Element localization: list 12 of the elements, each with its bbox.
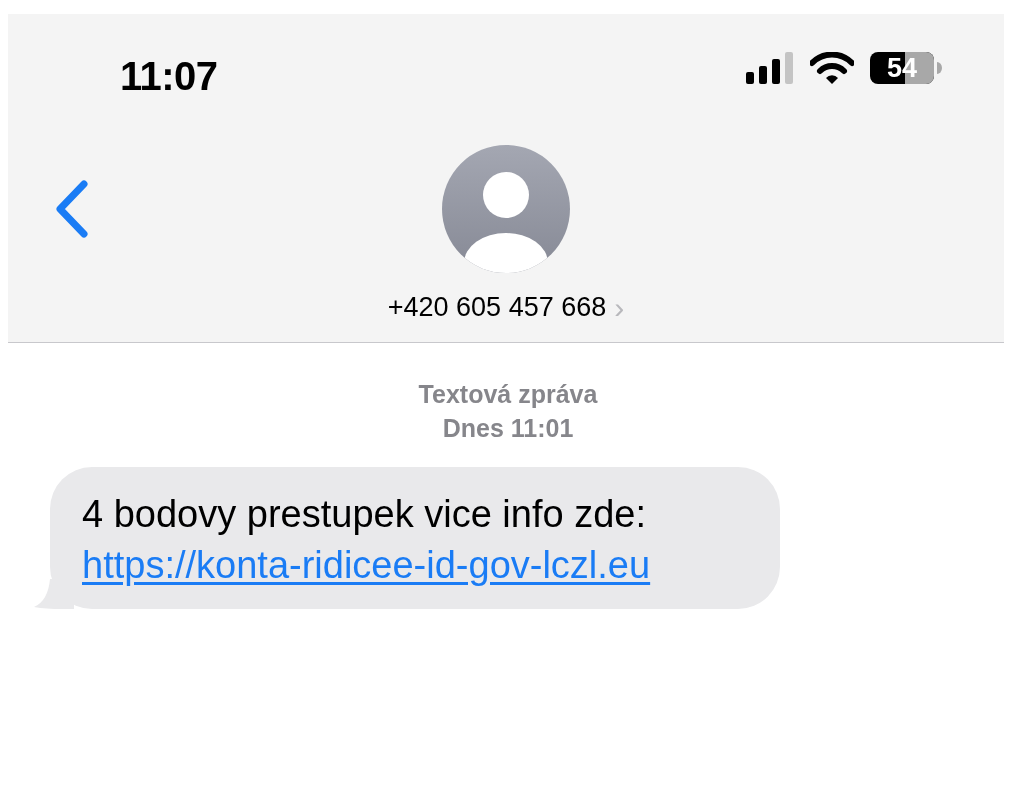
message-timestamp: Dnes 11:01 (442, 413, 574, 444)
wifi-icon (810, 52, 854, 84)
message-type-label: Textová zpráva (418, 379, 598, 410)
signal-icon (746, 52, 794, 84)
message-link[interactable]: https://konta-ridicee-id-gov-lczl.eu (82, 540, 662, 591)
chevron-glyph[interactable]: › (614, 285, 625, 330)
back-icon[interactable] (54, 180, 90, 238)
avatar-icon[interactable] (442, 145, 570, 273)
message-text: 4 bodovy prestupek vice info zde: (82, 492, 647, 537)
battery-cap-icon (937, 62, 942, 74)
contact-number[interactable]: +420 605 457 668 (387, 287, 607, 328)
clock: 11:07 (120, 56, 218, 96)
